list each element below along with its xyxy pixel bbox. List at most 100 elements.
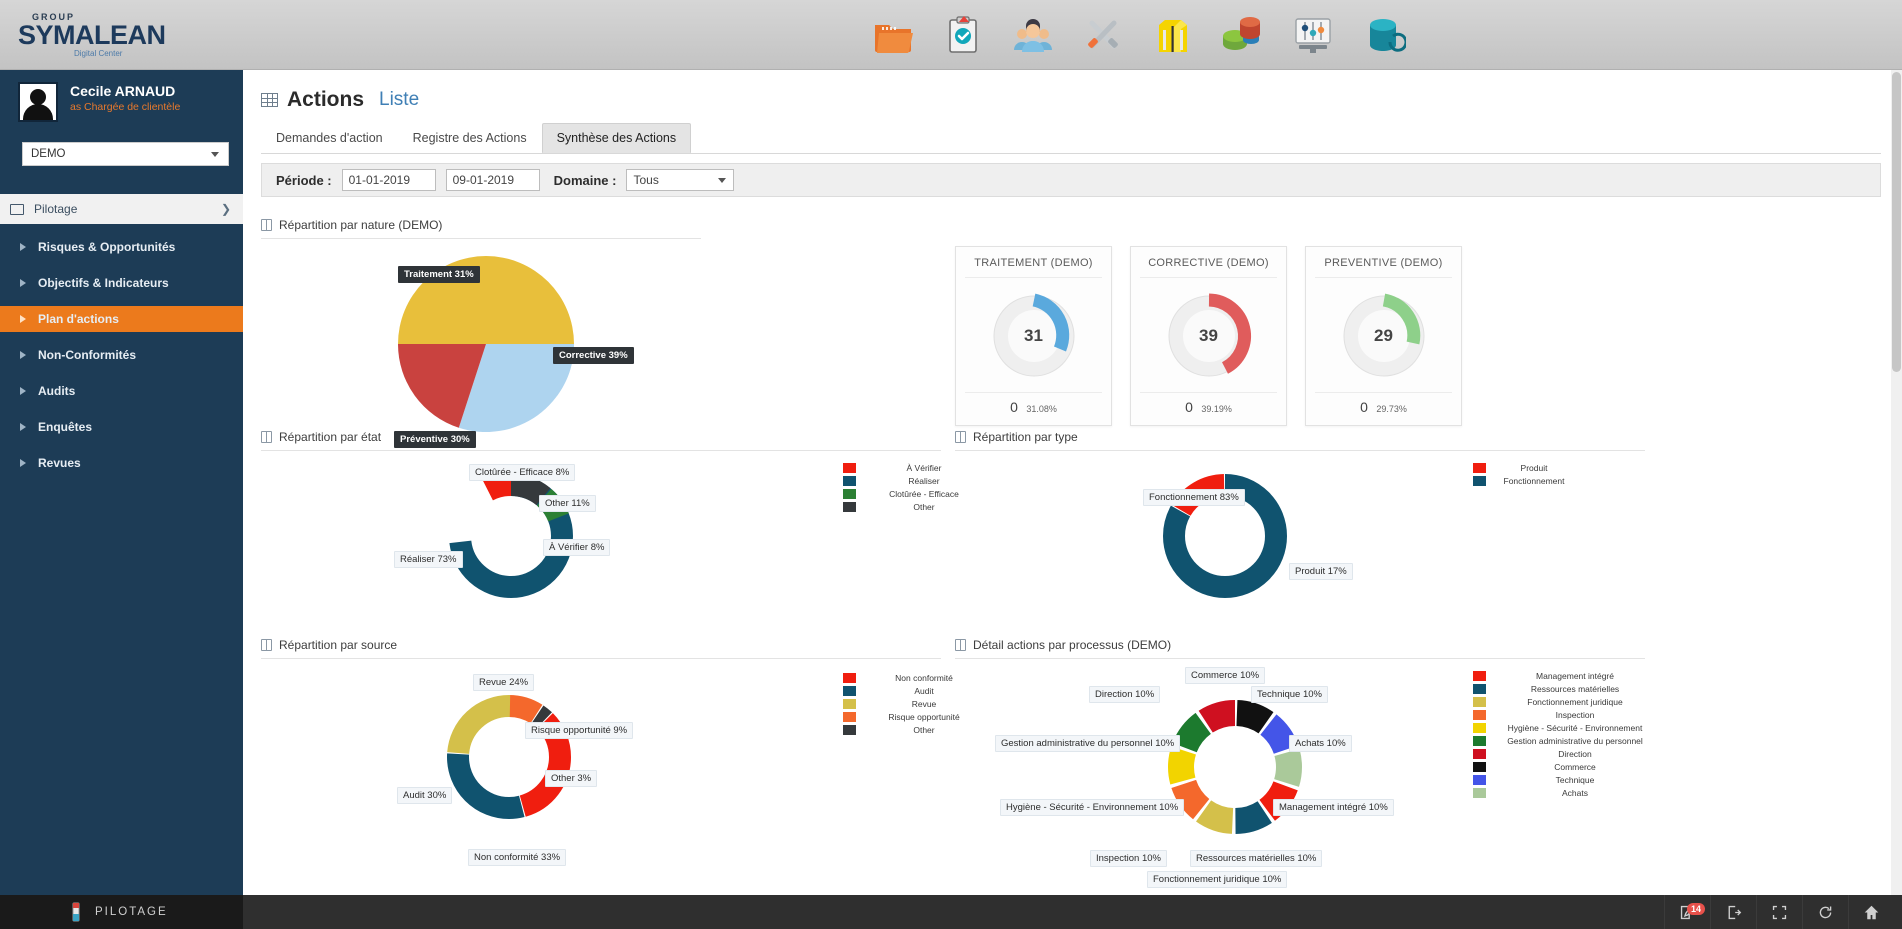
safety-vest-icon[interactable] [1150,12,1196,58]
folder-icon[interactable] [870,12,916,58]
triangle-right-icon [20,243,26,251]
legend-item[interactable]: Hygiène - Sécurité - Environnement [1473,721,1656,734]
legend-swatch-icon [843,462,856,473]
database-sync-icon[interactable] [1360,12,1408,58]
triangle-right-icon [20,423,26,431]
source-label-non-conformite: Non conformité 33% [468,849,567,866]
legend-item[interactable]: Gestion administrative du personnel [1473,734,1656,747]
legend-item[interactable]: Fonctionnement juridique [1473,695,1656,708]
bottom-actions: 14 [1664,895,1894,929]
sidebar-item-enquetes[interactable]: Enquêtes [0,414,243,440]
scrollbar-thumb[interactable] [1892,72,1901,372]
legend-item[interactable]: Inspection [1473,708,1656,721]
sliders-monitor-icon[interactable] [1290,12,1336,58]
sidebar-item-non-conformites[interactable]: Non-Conformités [0,342,243,368]
panel-title: Répartition par nature (DEMO) [261,218,961,232]
sidebar-item-audits[interactable]: Audits [0,378,243,404]
panel-title-label: Répartition par état [279,430,382,444]
legend-label: Hygiène - Sécurité - Environnement [1507,722,1643,733]
sidebar-item-label: Revues [38,456,81,470]
panel-repartition-par-nature: Répartition par nature (DEMO) Traitement… [261,218,961,448]
domain-select[interactable]: Tous [626,169,735,191]
logout-icon[interactable] [1710,895,1756,929]
source-label-audit: Audit 30% [397,787,453,804]
legend-item[interactable]: Direction [1473,747,1656,760]
kpi-percent: 31.08% [1026,404,1057,414]
user-role: as Chargée de clientèle [70,101,181,113]
people-icon[interactable] [1010,12,1056,58]
user-block: Cecile ARNAUD as Chargée de clientèle [0,70,243,136]
sidebar-section-pilotage[interactable]: Pilotage ❯ [0,194,243,224]
nature-label-corrective: Corrective 39% [553,347,634,364]
clipboard-check-icon[interactable] [940,12,986,58]
sidebar-item-objectifs[interactable]: Objectifs & Indicateurs [0,270,243,296]
source-label-risque-opportunite: Risque opportunité 9% [525,722,634,739]
tab-synthese-des-actions[interactable]: Synthèse des Actions [541,123,692,153]
legend-swatch-icon [843,488,856,499]
sidebar-nav: Risques & Opportunités Objectifs & Indic… [0,234,243,476]
etat-label-cloturee: Clotûrée - Efficace 8% [469,464,576,481]
kpi-card-preventive[interactable]: PREVENTIVE (DEMO) 29 0 29.73% [1305,246,1462,426]
nature-label-traitement: Traitement 31% [398,266,480,283]
etat-label-other: Other 11% [539,495,596,512]
tab-demandes-daction[interactable]: Demandes d'action [261,123,398,153]
notification-badge: 14 [1687,903,1706,915]
vertical-scrollbar[interactable] [1891,70,1902,929]
gauge-icon: 31 [986,288,1082,384]
legend-swatch-icon [1473,696,1486,707]
legend-swatch-icon [1473,774,1486,785]
legend-item[interactable]: Management intégré [1473,669,1656,682]
bottom-module-label: PILOTAGE [95,906,168,918]
legend-item[interactable]: Achats [1473,786,1656,799]
legend-label: Management intégré [1536,670,1614,681]
legend-swatch-icon [1473,735,1486,746]
application-window: GROUP SYMALEAN Digital Center Cecile ARN… [0,0,1902,929]
legend-label: Ressources matérielles [1530,683,1620,694]
kpi-value: 31 [1024,326,1043,345]
gauge-icon: 29 [1336,288,1432,384]
legend-item[interactable]: Ressources matérielles [1473,682,1656,695]
pie-chart-3d-icon[interactable] [1220,12,1266,58]
source-donut-chart: Revue 24% Risque opportunité 9% Other 3%… [261,659,960,866]
sidebar-item-label: Risques & Opportunités [38,240,176,254]
sidebar-item-label: Plan d'actions [38,312,119,326]
legend-item[interactable]: Commerce [1473,760,1656,773]
refresh-icon[interactable] [1802,895,1848,929]
panel-title-label: Détail actions par processus (DEMO) [973,638,1172,652]
kpi-card-corrective[interactable]: CORRECTIVE (DEMO) 39 0 39.19% [1130,246,1287,426]
edit-icon[interactable]: 14 [1664,895,1710,929]
sidebar-item-revues[interactable]: Revues [0,450,243,476]
legend-label: Technique [1555,774,1595,785]
legend-swatch-icon [1473,670,1486,681]
kpi-title: TRAITEMENT (DEMO) [965,247,1102,278]
tools-icon[interactable] [1080,12,1126,58]
monitor-icon [10,203,24,215]
panel-title-label: Répartition par type [973,430,1078,444]
brand-logo[interactable]: GROUP SYMALEAN Digital Center [18,12,198,60]
sidebar-item-plan-dactions[interactable]: Plan d'actions [0,306,243,332]
processus-label-hygiene: Hygiène - Sécurité - Environnement 10% [1000,799,1185,816]
legend-item[interactable]: Fonctionnement [1473,474,1574,487]
bottom-bar: PILOTAGE 14 [0,895,1902,929]
etat-label-realiser: Réaliser 73% [394,551,463,568]
processus-legend: Management intégré Ressources matérielle… [1473,669,1656,799]
legend-item[interactable]: Technique [1473,773,1656,786]
fullscreen-icon[interactable] [1756,895,1802,929]
sidebar-item-label: Objectifs & Indicateurs [38,276,169,290]
org-select[interactable]: DEMO [22,142,229,166]
domain-label: Domaine : [553,172,617,188]
kpi-footer: 0 29.73% [1315,392,1452,425]
date-to-input[interactable]: 09-01-2019 [445,169,540,191]
sidebar-item-risques[interactable]: Risques & Opportunités [0,234,243,260]
type-label-fonctionnement: Fonctionnement 83% [1143,489,1245,506]
kpi-card-traitement[interactable]: TRAITEMENT (DEMO) 31 0 31.08% [955,246,1112,426]
tab-registre-des-actions[interactable]: Registre des Actions [398,123,542,153]
type-label-produit: Produit 17% [1289,563,1353,580]
legend-label: Fonctionnement [1503,475,1565,486]
date-from-input[interactable]: 01-01-2019 [341,169,436,191]
panel-title-label: Répartition par nature (DEMO) [279,218,443,232]
page-title: Actions [287,88,365,111]
home-icon[interactable] [1848,895,1894,929]
legend-item[interactable]: Produit [1473,461,1574,474]
processus-label-achats: Achats 10% [1289,735,1352,752]
